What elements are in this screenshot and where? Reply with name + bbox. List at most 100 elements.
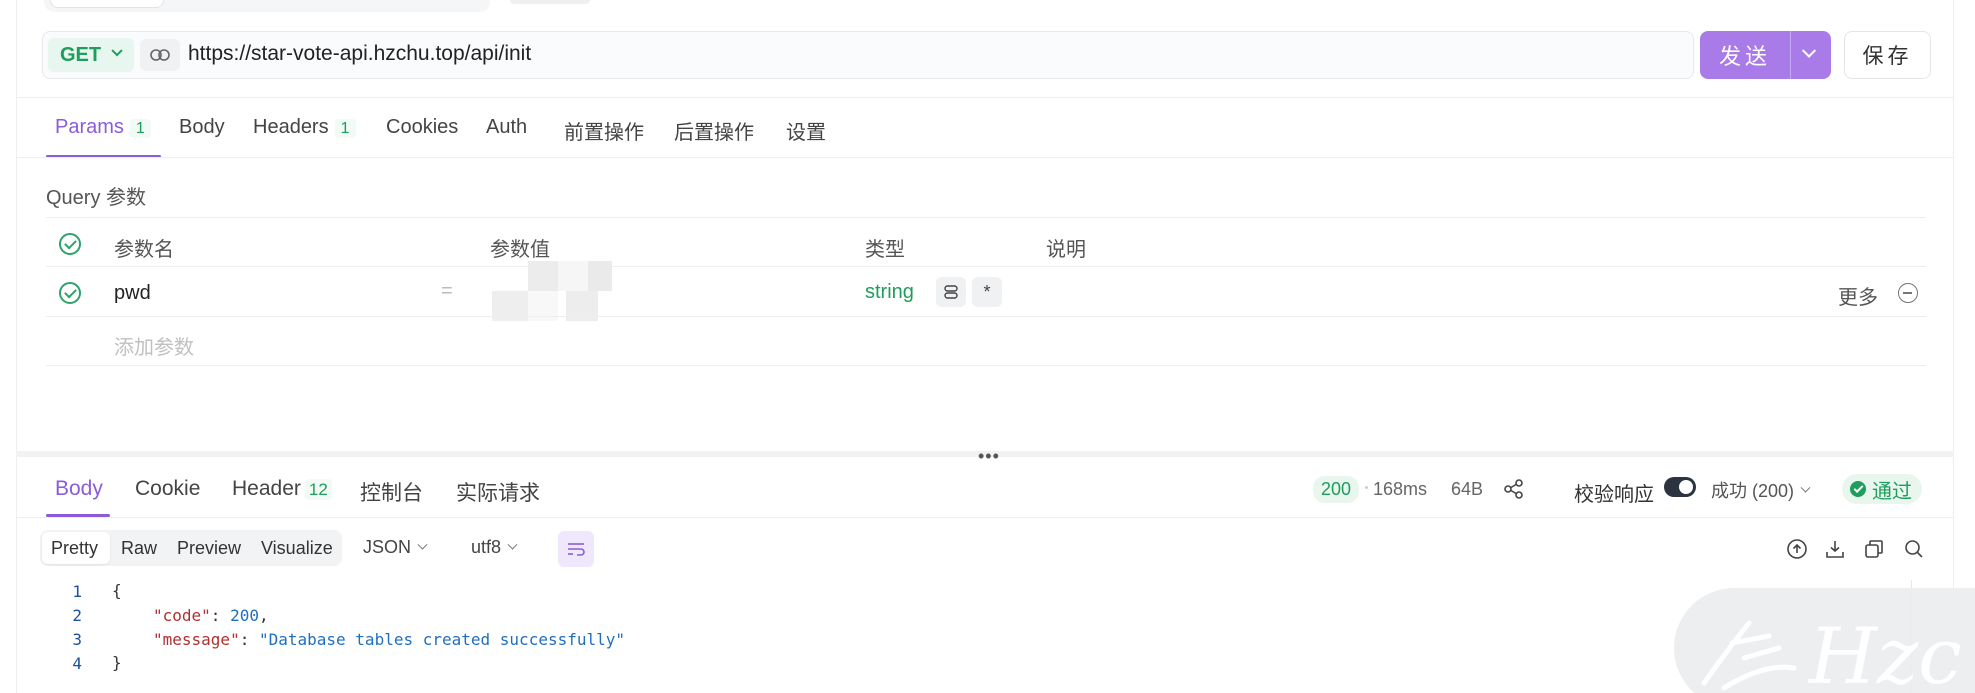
required-asterisk-icon[interactable]: * [972, 277, 1002, 307]
link-icon[interactable] [140, 39, 180, 71]
validate-result-label: 成功 (200) [1711, 481, 1795, 501]
param-value-masked[interactable] [478, 261, 624, 321]
params-count-badge: 1 [129, 119, 151, 138]
tab-label: 实际请求 [456, 482, 540, 505]
param-type[interactable]: string [865, 281, 914, 304]
chevron-down-icon [111, 45, 123, 57]
validate-result-select[interactable]: 成功 (200) [1711, 477, 1811, 503]
send-label: 发送 [1718, 44, 1771, 69]
json-value: 200 [230, 606, 259, 625]
json-key: "code" [153, 606, 211, 625]
more-link[interactable]: 更多 [1838, 281, 1878, 310]
json-value: "Database tables created successfully" [258, 630, 626, 649]
pass-label: 通过 [1872, 480, 1912, 503]
drag-handle-icon[interactable]: ••• [978, 446, 1000, 467]
code-line[interactable]: { [112, 581, 122, 600]
col-header-name: 参数名 [114, 239, 174, 261]
method-label: GET [60, 43, 102, 66]
col-header-value: 参数值 [490, 239, 550, 261]
equals-sign: = [441, 280, 453, 302]
add-param-input[interactable]: 添加参数 [114, 331, 194, 360]
validate-response-toggle[interactable] [1664, 477, 1696, 497]
tab-label: 后置操作 [674, 122, 754, 144]
divider [46, 365, 1926, 366]
line-number: 4 [72, 654, 82, 673]
response-time: 168ms [1373, 479, 1428, 499]
tab-label: Body [55, 477, 103, 500]
divider [46, 316, 1926, 317]
request-panel [16, 0, 1954, 693]
share-icon[interactable] [1503, 478, 1525, 500]
tab-label: Headers [253, 116, 329, 138]
col-header-type: 类型 [865, 239, 905, 261]
method-select[interactable]: GET [48, 38, 134, 72]
divider [16, 517, 1954, 518]
divider [16, 97, 1954, 98]
response-tab-actual-request[interactable]: 实际请求 [456, 477, 540, 507]
select-all-checkbox[interactable] [59, 233, 81, 255]
tab-pre-actions[interactable]: 前置操作 [564, 116, 644, 145]
tab-label: Body [179, 116, 225, 138]
query-section-title: Query 参数 [46, 187, 147, 209]
response-tab-cookie[interactable]: Cookie [135, 477, 200, 501]
status-badge: 200 [1313, 476, 1360, 503]
chevron-down-icon [417, 539, 428, 550]
view-mode-preview[interactable]: Preview [177, 538, 241, 559]
encoding-select[interactable]: utf8 [471, 537, 518, 558]
copy-icon[interactable] [1862, 537, 1886, 561]
response-tab-body[interactable]: Body [55, 477, 103, 501]
encoding-label: utf8 [471, 537, 502, 557]
tab-label: Cookies [386, 116, 459, 138]
tab-strip-stub [44, 0, 490, 12]
response-tab-header[interactable]: Header 12 [232, 477, 332, 501]
save-button[interactable]: 保存 [1844, 31, 1931, 79]
tab-label: Header [232, 477, 301, 500]
tab-body[interactable]: Body [179, 116, 225, 139]
word-wrap-icon[interactable] [558, 531, 594, 567]
tab-label: 前置操作 [564, 122, 644, 144]
view-mode-raw[interactable]: Raw [121, 538, 157, 559]
check-icon [1850, 481, 1866, 497]
tab-label: 控制台 [360, 482, 423, 505]
upload-icon[interactable] [1785, 537, 1809, 561]
tab-auth[interactable]: Auth [486, 116, 527, 139]
response-tab-console[interactable]: 控制台 [360, 477, 423, 507]
validate-response-label: 校验响应 [1574, 484, 1654, 506]
watermark: Hzc [1674, 588, 1975, 693]
view-mode-visualize[interactable]: Visualize [261, 538, 333, 559]
line-number: 2 [72, 606, 82, 625]
tab-post-actions[interactable]: 后置操作 [674, 116, 754, 145]
divider [16, 157, 1954, 158]
tab-label: Cookie [135, 477, 201, 500]
col-header-description: 说明 [1046, 239, 1086, 261]
response-size: 64B [1451, 479, 1484, 499]
tab-label: Params [55, 116, 124, 138]
download-icon[interactable] [1823, 537, 1847, 561]
remove-row-icon[interactable] [1898, 283, 1918, 303]
search-icon[interactable] [1902, 537, 1926, 561]
tab-settings[interactable]: 设置 [786, 116, 826, 145]
code-line[interactable]: "message": "Database tables created succ… [153, 630, 625, 649]
view-mode-pretty[interactable]: Pretty [51, 538, 98, 559]
tab-headers[interactable]: Headers 1 [253, 116, 356, 139]
watermark-text: Hzc [1807, 612, 1962, 693]
link-toggle-icon[interactable] [936, 277, 966, 307]
tab-label: Auth [486, 116, 528, 138]
tab-params[interactable]: Params 1 [55, 116, 151, 139]
line-number: 3 [72, 630, 82, 649]
param-name[interactable]: pwd [114, 282, 151, 305]
headers-count-badge: 1 [334, 119, 356, 138]
format-select[interactable]: JSON [363, 537, 428, 558]
chevron-down-icon [1800, 482, 1811, 493]
line-number: 1 [72, 582, 82, 601]
chevron-down-icon[interactable] [1801, 43, 1817, 58]
send-button[interactable]: 发送 [1700, 31, 1831, 79]
url-input[interactable]: https://star-vote-api.hzchu.top/api/init [188, 42, 531, 66]
pass-badge: 通过 [1842, 474, 1922, 504]
code-line[interactable]: } [112, 653, 122, 672]
header-count-badge: 12 [304, 479, 332, 500]
code-line[interactable]: "code": 200, [153, 606, 269, 625]
tab-cookies[interactable]: Cookies [386, 116, 458, 139]
divider [46, 217, 1926, 218]
row-checkbox[interactable] [59, 282, 81, 304]
